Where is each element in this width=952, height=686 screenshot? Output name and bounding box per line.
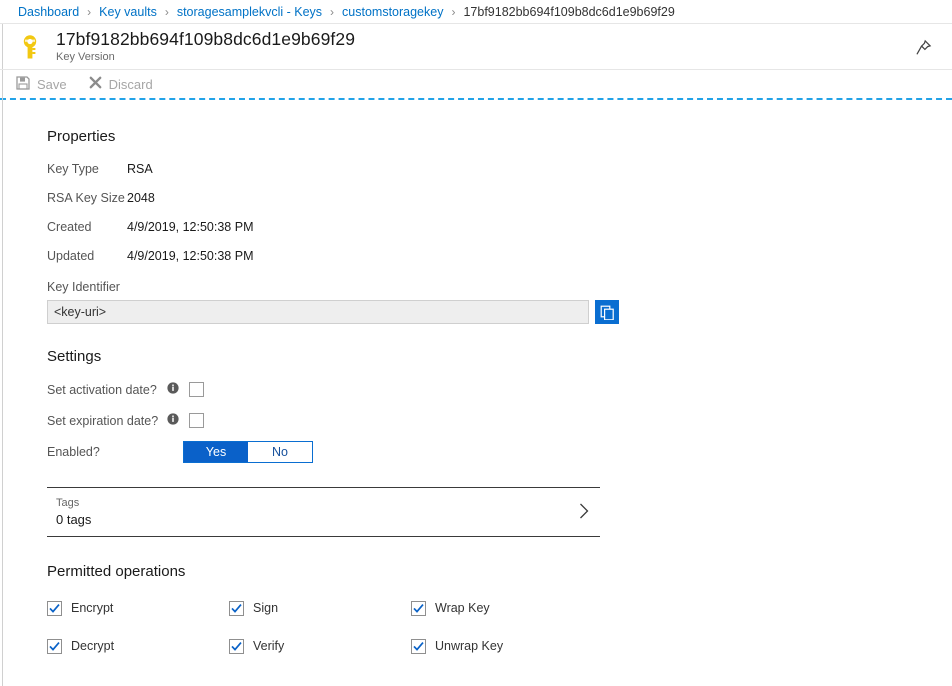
page-title: 17bf9182bb694f109b8dc6d1e9b69f29 [56,29,355,49]
breadcrumb-item-key-vaults[interactable]: Key vaults [99,5,157,19]
property-row-key-type: Key Type RSA [47,154,952,183]
operation-label: Wrap Key [435,601,490,615]
operation-label: Encrypt [71,601,113,615]
property-value: 4/9/2019, 12:50:38 PM [127,220,253,234]
close-icon [89,76,109,92]
property-row-rsa-key-size: RSA Key Size 2048 [47,183,952,212]
checkbox-checked-icon[interactable] [229,601,244,616]
operation-item-encrypt[interactable]: Encrypt [47,589,229,627]
checkbox-checked-icon[interactable] [47,639,62,654]
breadcrumb: Dashboard › Key vaults › storagesamplekv… [0,0,952,24]
enabled-toggle-no[interactable]: No [248,442,312,462]
pin-icon[interactable] [908,32,938,62]
blade-left-rail [2,24,3,686]
checkbox-checked-icon[interactable] [229,639,244,654]
operation-item-verify[interactable]: Verify [229,627,411,665]
breadcrumb-separator: › [87,6,91,18]
operation-label: Unwrap Key [435,639,503,653]
checkbox-checked-icon[interactable] [47,601,62,616]
permitted-operations-heading: Permitted operations [47,563,952,580]
setting-row-activation-date: Set activation date? [47,374,952,405]
discard-label: Discard [109,77,153,92]
breadcrumb-item-key-version: 17bf9182bb694f109b8dc6d1e9b69f29 [463,5,674,19]
set-activation-date-checkbox[interactable] [189,382,204,397]
tags-text-group: Tags 0 tags [56,496,91,528]
key-icon [18,33,46,61]
checkbox-checked-icon[interactable] [411,639,426,654]
chevron-right-icon[interactable] [578,502,590,523]
property-row-created: Created 4/9/2019, 12:50:38 PM [47,212,952,241]
operation-item-sign[interactable]: Sign [229,589,411,627]
tags-count: 0 tags [56,511,91,528]
breadcrumb-item-dashboard[interactable]: Dashboard [18,5,79,19]
permitted-operations-grid: Encrypt Sign Wrap Key Decrypt Verify [47,589,607,665]
blade-title-group: 17bf9182bb694f109b8dc6d1e9b69f29 Key Ver… [56,29,355,64]
enabled-label: Enabled? [47,445,167,459]
key-identifier-label: Key Identifier [47,280,952,294]
property-label: RSA Key Size [47,191,127,205]
page-subtitle: Key Version [56,50,355,64]
properties-heading: Properties [47,128,952,145]
save-icon [16,76,37,93]
enabled-toggle-yes[interactable]: Yes [184,442,248,462]
breadcrumb-separator: › [451,6,455,18]
property-value: 2048 [127,191,155,205]
tags-section[interactable]: Tags 0 tags [47,487,600,537]
operation-label: Decrypt [71,639,114,653]
property-label: Updated [47,249,127,263]
operation-item-unwrap-key[interactable]: Unwrap Key [411,627,593,665]
settings-heading: Settings [47,348,952,365]
breadcrumb-separator: › [165,6,169,18]
property-value: RSA [127,162,153,176]
command-toolbar: Save Discard [0,70,952,100]
property-row-updated: Updated 4/9/2019, 12:50:38 PM [47,241,952,270]
property-value: 4/9/2019, 12:50:38 PM [127,249,253,263]
operation-label: Verify [253,639,284,653]
property-label: Key Type [47,162,127,176]
operation-label: Sign [253,601,278,615]
tags-label: Tags [56,496,91,511]
discard-button[interactable]: Discard [89,76,153,92]
setting-row-expiration-date: Set expiration date? [47,405,952,436]
breadcrumb-item-key[interactable]: customstoragekey [342,5,443,19]
save-label: Save [37,77,67,92]
info-icon[interactable] [167,382,179,397]
property-label: Created [47,220,127,234]
key-identifier-input[interactable] [47,300,589,324]
copy-icon[interactable] [595,300,619,324]
enabled-toggle: Yes No [183,441,313,463]
setting-row-enabled: Enabled? Yes No [47,436,952,467]
blade-title-bar: 17bf9182bb694f109b8dc6d1e9b69f29 Key Ver… [0,24,952,70]
set-expiration-date-label: Set expiration date? [47,414,167,428]
info-icon[interactable] [167,413,179,428]
operation-item-wrap-key[interactable]: Wrap Key [411,589,593,627]
save-button[interactable]: Save [16,76,67,93]
checkbox-checked-icon[interactable] [411,601,426,616]
key-identifier-row [47,300,952,324]
blade-content: Properties Key Type RSA RSA Key Size 204… [0,100,952,665]
set-activation-date-label: Set activation date? [47,383,167,397]
breadcrumb-separator: › [330,6,334,18]
set-expiration-date-checkbox[interactable] [189,413,204,428]
breadcrumb-item-vault-keys[interactable]: storagesamplekvcli - Keys [177,5,322,19]
operation-item-decrypt[interactable]: Decrypt [47,627,229,665]
